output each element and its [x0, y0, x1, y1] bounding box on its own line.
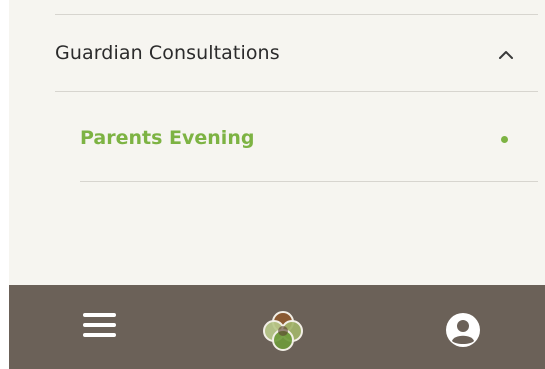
section-divider [55, 91, 538, 92]
item-divider [80, 181, 538, 182]
hamburger-line [83, 333, 116, 337]
menu-item-label: Parents Evening [80, 127, 255, 149]
hamburger-line [83, 323, 116, 327]
hamburger-line [83, 313, 116, 317]
bottom-navigation-bar [9, 285, 545, 369]
app-screen: Guardian Consultations Parents Evening [0, 0, 545, 369]
guardian-consultations-section-header[interactable]: Guardian Consultations [55, 22, 545, 88]
chevron-up-icon[interactable] [497, 46, 515, 64]
four-petal-logo-icon[interactable] [259, 307, 307, 355]
menu-item-parents-evening[interactable]: Parents Evening [80, 106, 545, 176]
user-account-icon[interactable] [445, 312, 481, 348]
active-indicator-dot [501, 136, 508, 143]
hamburger-menu-icon[interactable] [83, 308, 117, 342]
top-divider [55, 14, 538, 15]
section-title: Guardian Consultations [55, 42, 280, 64]
